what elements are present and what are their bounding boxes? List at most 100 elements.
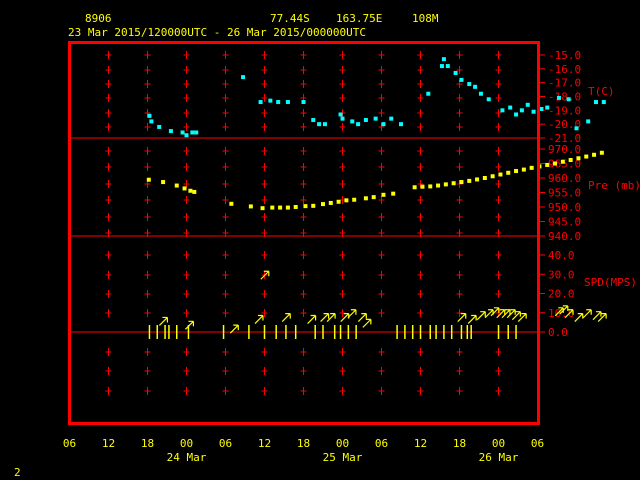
x-tick-label: 12 <box>414 437 427 450</box>
grid-cross <box>378 94 385 102</box>
pressure-point <box>451 181 456 186</box>
pressure-point <box>514 169 519 174</box>
grid-cross <box>456 290 463 298</box>
grid-cross <box>183 163 190 171</box>
wind-arrow <box>467 314 477 324</box>
grid-cross <box>105 196 112 204</box>
temperature-point <box>190 130 195 135</box>
grid-cross <box>495 213 502 221</box>
grid-cross <box>105 213 112 221</box>
temperature-tick-label: -15.0 <box>548 49 581 62</box>
grid-cross <box>378 109 385 117</box>
grid-cross <box>105 387 112 395</box>
grid-cross <box>417 309 424 317</box>
pressure-point <box>599 150 604 155</box>
grid-cross <box>339 123 346 131</box>
pressure-point <box>363 196 368 201</box>
grid-cross <box>183 80 190 88</box>
grid-cross <box>378 309 385 317</box>
x-day-label: 26 Mar <box>479 451 519 464</box>
pressure-point <box>188 188 193 193</box>
grid-cross <box>261 147 268 155</box>
pressure-point <box>490 174 495 179</box>
grid-cross <box>300 367 307 375</box>
temperature-tick-label: -16.0 <box>548 63 581 76</box>
grid-cross <box>222 51 229 59</box>
temperature-point <box>389 116 394 121</box>
temperature-point <box>519 108 524 113</box>
grid-cross <box>183 94 190 102</box>
grid-cross <box>378 80 385 88</box>
grid-cross <box>495 180 502 188</box>
wind-arrow <box>184 320 194 330</box>
temperature-point <box>586 119 591 124</box>
pressure-tick-label: 950.0 <box>548 201 581 214</box>
grid-cross <box>417 109 424 117</box>
grid-cross <box>183 51 190 59</box>
temperature-point <box>268 98 273 103</box>
grid-cross <box>222 290 229 298</box>
temperature-point <box>184 133 189 138</box>
time-range: 23 Mar 2015/120000UTC - 26 Mar 2015/0000… <box>68 26 366 39</box>
grid-cross <box>339 251 346 259</box>
grid-cross <box>144 387 151 395</box>
grid-cross <box>144 213 151 221</box>
grid-cross <box>261 196 268 204</box>
x-tick-label: 18 <box>297 437 310 450</box>
grid-cross <box>261 290 268 298</box>
pressure-point <box>436 183 441 188</box>
grid-cross <box>222 348 229 356</box>
grid-cross <box>339 271 346 279</box>
grid-cross <box>300 123 307 131</box>
grid-cross <box>417 271 424 279</box>
grid-cross <box>222 387 229 395</box>
grid-cross <box>456 94 463 102</box>
grid-cross <box>144 290 151 298</box>
grid-cross <box>339 66 346 74</box>
meteogram-chart: 8906 77.44S 163.75E 108M 23 Mar 2015/120… <box>14 12 640 479</box>
temperature-point <box>500 108 505 113</box>
grid-cross <box>222 251 229 259</box>
pressure-point <box>285 205 290 210</box>
temperature-point <box>373 116 378 121</box>
page-number: 2 <box>14 466 21 479</box>
grid-cross <box>378 348 385 356</box>
pressure-point <box>336 199 341 204</box>
temperature-point <box>317 122 322 127</box>
grid-cross <box>495 80 502 88</box>
temperature-point <box>301 100 306 105</box>
grid-cross <box>183 66 190 74</box>
pressure-point <box>311 203 316 208</box>
wind-arrow <box>254 314 264 324</box>
grid-cross <box>105 147 112 155</box>
x-day-label: 24 Mar <box>167 451 207 464</box>
x-tick-label: 12 <box>258 437 271 450</box>
temperature-point <box>594 100 598 105</box>
wind-speed-tick-label: 40.0 <box>548 249 575 262</box>
grid-cross <box>300 290 307 298</box>
x-tick-label: 00 <box>336 437 349 450</box>
pressure-point <box>428 184 433 189</box>
x-day-label: 25 Mar <box>323 451 363 464</box>
grid-cross <box>339 387 346 395</box>
temperature-point <box>545 105 550 110</box>
grid-cross <box>183 196 190 204</box>
temperature-point <box>445 64 450 69</box>
temperature-tick-label: -17.0 <box>548 77 581 90</box>
temperature-point <box>350 119 355 124</box>
grid-cross <box>417 367 424 375</box>
grid-cross <box>144 163 151 171</box>
grid-cross <box>105 367 112 375</box>
grid-cross <box>300 180 307 188</box>
grid-cross <box>339 147 346 155</box>
wind-arrow <box>362 318 372 328</box>
grid-cross <box>105 163 112 171</box>
x-tick-label: 18 <box>141 437 154 450</box>
grid-cross <box>183 367 190 375</box>
grid-cross <box>222 213 229 221</box>
pressure-point <box>344 198 349 203</box>
grid-cross <box>144 66 151 74</box>
pressure-tick-label: 955.0 <box>548 187 581 200</box>
grid-cross <box>105 123 112 131</box>
pressure-point <box>328 200 333 205</box>
